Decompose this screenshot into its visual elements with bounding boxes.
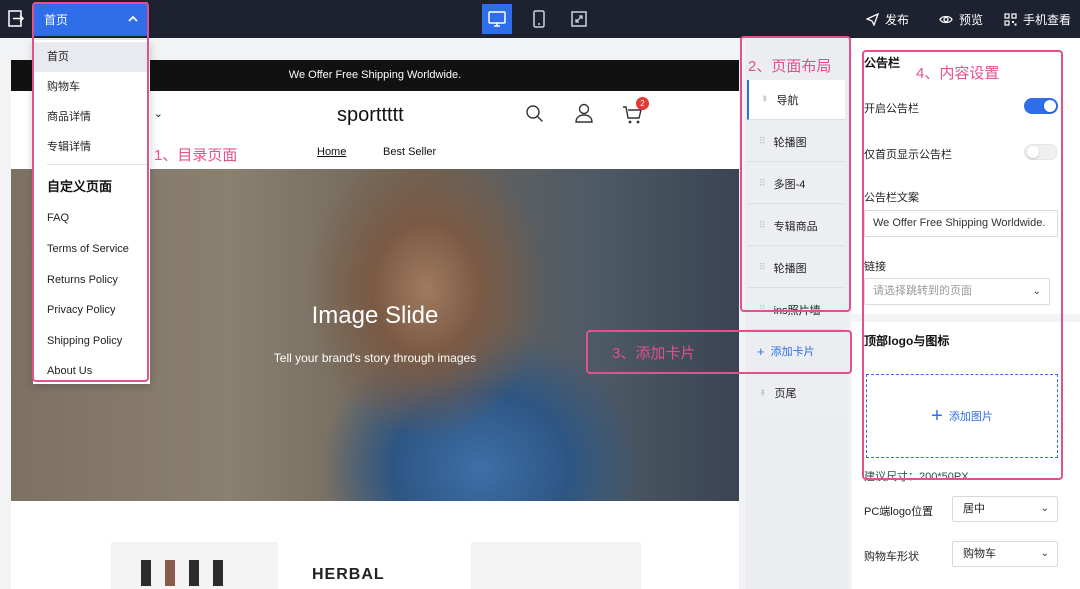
- fullscreen-button[interactable]: [564, 4, 594, 34]
- product-bottle: [189, 560, 199, 586]
- cart-shape-select[interactable]: 购物车 ⌄: [952, 541, 1058, 567]
- pin-icon: ⇞: [759, 388, 767, 399]
- pc-logo-position-value: 居中: [963, 503, 985, 515]
- nav-best-seller-link[interactable]: Best Seller: [383, 146, 436, 158]
- cart-shape-value: 购物车: [963, 548, 996, 560]
- search-icon: [525, 104, 545, 124]
- store-brand: sporttttt: [337, 104, 404, 127]
- preview-button[interactable]: 预览: [939, 11, 983, 28]
- send-icon: [866, 13, 879, 26]
- product-bottle: [165, 560, 175, 586]
- layout-item-label: 页尾: [775, 385, 797, 401]
- layout-item-footer[interactable]: ⇞ 页尾: [747, 373, 845, 413]
- product-bottle: [141, 560, 151, 586]
- top-toolbar: 首页 发布 预览 手机查看: [0, 0, 1080, 38]
- publish-label: 发布: [885, 11, 909, 28]
- chevron-down-icon: ⌄: [1041, 542, 1049, 566]
- cart-shape-label: 购物车形状: [864, 548, 919, 564]
- cart-count-badge: 2: [636, 97, 649, 110]
- qr-code-icon: [1004, 13, 1017, 26]
- product-heading: HERBAL: [312, 566, 385, 584]
- mobile-view-label: 手机查看: [1023, 11, 1071, 28]
- eye-icon: [939, 14, 953, 25]
- pc-logo-position-label: PC端logo位置: [864, 503, 933, 519]
- product-bottle: [213, 560, 223, 586]
- phone-icon: [533, 10, 545, 28]
- publish-button[interactable]: 发布: [866, 11, 909, 28]
- annotation-label-content-settings: 4、内容设置: [916, 62, 999, 83]
- annotation-label-add-card: 3、添加卡片: [612, 342, 695, 363]
- desktop-icon: [488, 11, 506, 27]
- pc-logo-position-select[interactable]: 居中 ⌄: [952, 496, 1058, 522]
- annotation-label-layout: 2、页面布局: [748, 55, 831, 76]
- expand-icon: [571, 11, 587, 27]
- mobile-qr-button[interactable]: 手机查看: [1004, 11, 1071, 28]
- desktop-view-button[interactable]: [482, 4, 512, 34]
- annotation-box-layout: [740, 36, 851, 312]
- product-card[interactable]: [471, 542, 641, 589]
- annotation-label-page-menu: 1、目录页面: [154, 144, 237, 165]
- chevron-down-icon: ⌄: [1041, 497, 1049, 521]
- annotation-box-content-settings: [862, 50, 1063, 480]
- user-icon: [574, 103, 594, 123]
- exit-icon[interactable]: [8, 10, 24, 27]
- mobile-view-button[interactable]: [524, 4, 554, 34]
- nav-home-link[interactable]: Home: [317, 146, 346, 158]
- preview-label: 预览: [959, 11, 983, 28]
- annotation-box-page-menu: [32, 2, 149, 382]
